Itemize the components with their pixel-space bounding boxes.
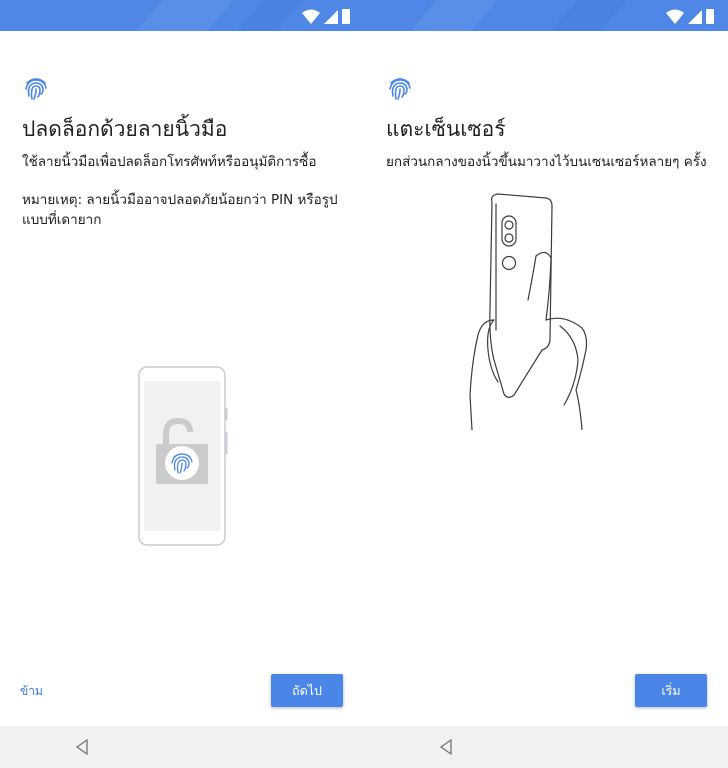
next-button[interactable]: ถัดไป [271,674,343,707]
back-icon[interactable] [439,739,453,755]
security-note: หมายเหตุ: ลายนิ้วมืออาจปลอดภัยน้อยกว่า P… [22,192,338,228]
page-title: แตะเซ็นเซอร์ [386,117,506,141]
page-subtitle: ใช้ลายนิ้วมือเพื่อปลดล็อกโทรศัพท์หรืออนุ… [22,154,317,170]
navigation-bar [0,726,364,768]
status-bar [364,0,728,31]
touch-sensor-screen: แตะเซ็นเซอร์ ยกส่วนกลางของนิ้วขึ้นมาวางไ… [364,0,728,768]
back-icon[interactable] [75,739,89,755]
signal-icon [688,10,702,24]
battery-icon [342,9,350,24]
phone-lock-illustration [138,366,228,546]
skip-button[interactable]: ข้าม [20,682,43,701]
status-icons [302,8,350,24]
status-icons [666,8,714,24]
fingerprint-icon [25,78,47,100]
signal-icon [324,10,338,24]
fingerprint-intro-screen: ปลดล็อกด้วยลายนิ้วมือ ใช้ลายนิ้วมือเพื่อ… [0,0,364,768]
page-subtitle: ยกส่วนกลางของนิ้วขึ้นมาวางไว้บนเซนเซอร์ห… [386,154,707,170]
wifi-icon [666,9,684,24]
fingerprint-icon [389,78,411,100]
page-title: ปลดล็อกด้วยลายนิ้วมือ [22,117,228,141]
battery-icon [706,9,714,24]
hand-holding-phone-illustration [469,193,588,430]
start-button[interactable]: เริ่ม [635,674,707,707]
navigation-bar [364,726,728,768]
wifi-icon [302,9,320,24]
status-bar [0,0,364,31]
